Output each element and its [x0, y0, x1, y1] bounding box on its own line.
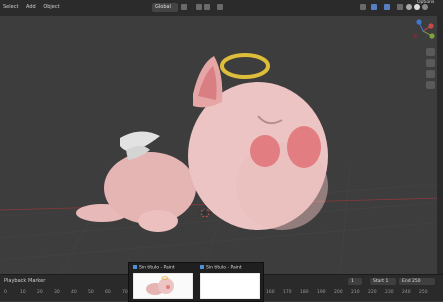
overlay-toggle-icon[interactable] [384, 4, 390, 10]
start-label: Start [373, 279, 384, 284]
pink-cat-model[interactable] [76, 53, 328, 232]
paint-icon [133, 265, 137, 269]
visibility-icon[interactable] [360, 4, 366, 10]
cheek-right [287, 126, 321, 168]
taskbar-preview-popup: Sin título - Paint Sin título - Paint [128, 262, 264, 302]
ruler-tick: 240 [402, 290, 411, 295]
proportional-edit-icon[interactable] [217, 4, 223, 10]
navigation-gizmo-icon[interactable] [412, 19, 435, 39]
header-menu: Select Add Object [3, 4, 66, 10]
ruler-tick: 10 [20, 290, 26, 295]
shading-solid-icon[interactable] [406, 4, 412, 10]
menu-object[interactable]: Object [43, 4, 59, 10]
ruler-tick: 20 [37, 290, 43, 295]
menu-add[interactable]: Add [26, 4, 36, 10]
view-tools [426, 48, 435, 89]
current-frame-value: 1 [351, 279, 354, 284]
cheek-left [250, 135, 280, 167]
camera-icon[interactable] [426, 70, 435, 78]
ruler-tick: 70 [122, 290, 128, 295]
options-label: Options [417, 0, 435, 5]
ruler-tick: 160 [266, 290, 275, 295]
ruler-tick: 0 [4, 290, 7, 295]
start-frame-field[interactable]: Start 1 [370, 278, 396, 285]
gizmo-toggle-icon[interactable] [371, 4, 377, 10]
paint-icon [200, 265, 204, 269]
viewport-scene [0, 19, 443, 274]
end-frame-field[interactable]: End 250 [399, 278, 435, 285]
window-1-title: Sin título - Paint [139, 265, 175, 271]
preview-thumbnail-2[interactable] [200, 273, 260, 299]
snap-target-icon[interactable] [204, 4, 210, 10]
ruler-tick: 200 [334, 290, 343, 295]
menu-playback[interactable]: Playback [4, 278, 26, 284]
ruler-tick: 190 [317, 290, 326, 295]
preview-window-1[interactable]: Sin título - Paint [133, 265, 175, 271]
halo [220, 53, 270, 79]
transform-orientation-dropdown[interactable]: Global [152, 3, 178, 12]
zoom-icon[interactable] [426, 48, 435, 56]
ruler-tick: 180 [300, 290, 309, 295]
preview-window-2[interactable]: Sin título - Paint [200, 265, 242, 271]
ruler-tick: 30 [54, 290, 60, 295]
pivot-icon[interactable] [181, 4, 187, 10]
menu-marker[interactable]: Marker [28, 278, 45, 284]
ruler-tick: 40 [71, 290, 77, 295]
ruler-tick: 250 [419, 290, 428, 295]
orientation-value: Global [155, 4, 171, 10]
ruler-tick: 220 [368, 290, 377, 295]
grid-icon[interactable] [426, 81, 435, 89]
ruler-tick: 60 [105, 290, 111, 295]
hand-icon[interactable] [426, 59, 435, 67]
ruler-tick: 210 [351, 290, 360, 295]
options-dropdown[interactable]: Options [414, 0, 438, 6]
end-label: End [402, 279, 411, 284]
start-value: 1 [385, 279, 389, 284]
ruler-tick: 50 [88, 290, 94, 295]
current-frame-field[interactable]: 1 [348, 278, 362, 285]
end-value: 250 [412, 279, 421, 284]
viewport-header: Select Add Object Global Options [0, 0, 443, 17]
menu-view[interactable]: Select [3, 4, 18, 10]
ruler-tick: 170 [283, 290, 292, 295]
snap-icon[interactable] [196, 4, 202, 10]
window-2-title: Sin título - Paint [206, 265, 242, 271]
xray-icon[interactable] [397, 4, 403, 10]
preview-thumbnail-1[interactable] [133, 273, 193, 299]
front-paw [138, 210, 178, 232]
3d-viewport[interactable] [0, 16, 443, 274]
sidebar-strip[interactable] [437, 16, 443, 274]
ruler-tick: 230 [385, 290, 394, 295]
